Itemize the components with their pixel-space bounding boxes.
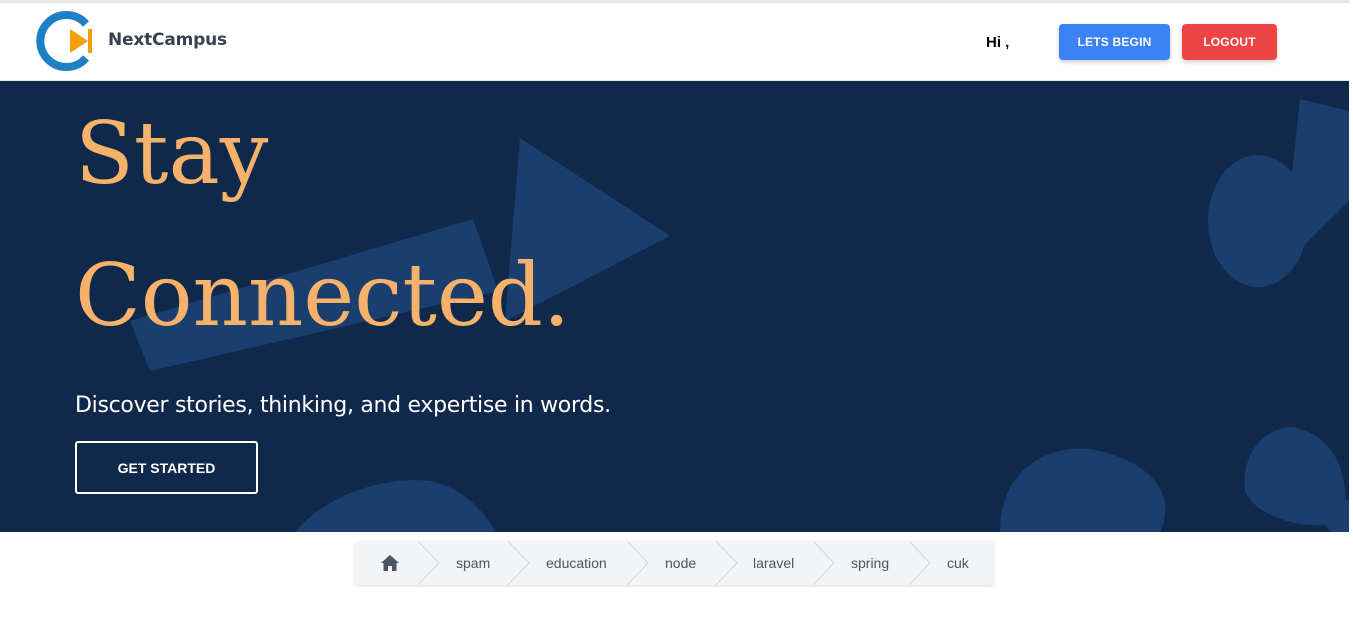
breadcrumb-item-cuk[interactable]: cuk: [947, 541, 969, 585]
breadcrumb-separator: [812, 541, 835, 585]
home-icon[interactable]: [381, 555, 399, 571]
breadcrumb-separator: [715, 541, 738, 585]
navbar: NextCampus Hi , LETS BEGIN LOGOUT: [0, 3, 1349, 81]
breadcrumb-item-laravel[interactable]: laravel: [753, 541, 794, 585]
breadcrumb-separator: [417, 541, 440, 585]
hero-section: Stay Connected. Discover stories, thinki…: [0, 81, 1349, 532]
breadcrumb-item-spring[interactable]: spring: [851, 541, 889, 585]
user-greeting: Hi ,: [986, 34, 1010, 51]
nextcampus-logo[interactable]: [34, 10, 94, 72]
window-edge: [1349, 0, 1353, 621]
logout-button[interactable]: LOGOUT: [1182, 24, 1277, 60]
breadcrumb-item-node[interactable]: node: [665, 541, 696, 585]
hero-title-line-1: Stay: [75, 104, 269, 204]
brand-name[interactable]: NextCampus: [108, 30, 227, 50]
breadcrumb-separator: [626, 541, 649, 585]
hero-title-line-2: Connected.: [75, 246, 571, 346]
lets-begin-button[interactable]: LETS BEGIN: [1059, 24, 1170, 60]
breadcrumb-separator: [908, 541, 931, 585]
breadcrumb-item-spam[interactable]: spam: [456, 541, 490, 585]
breadcrumb-separator: [507, 541, 530, 585]
get-started-button[interactable]: GET STARTED: [75, 441, 258, 494]
breadcrumb-item-education[interactable]: education: [546, 541, 607, 585]
hero-subtitle: Discover stories, thinking, and expertis…: [75, 393, 611, 418]
tag-breadcrumb: spam education node laravel spring cuk: [355, 541, 993, 585]
